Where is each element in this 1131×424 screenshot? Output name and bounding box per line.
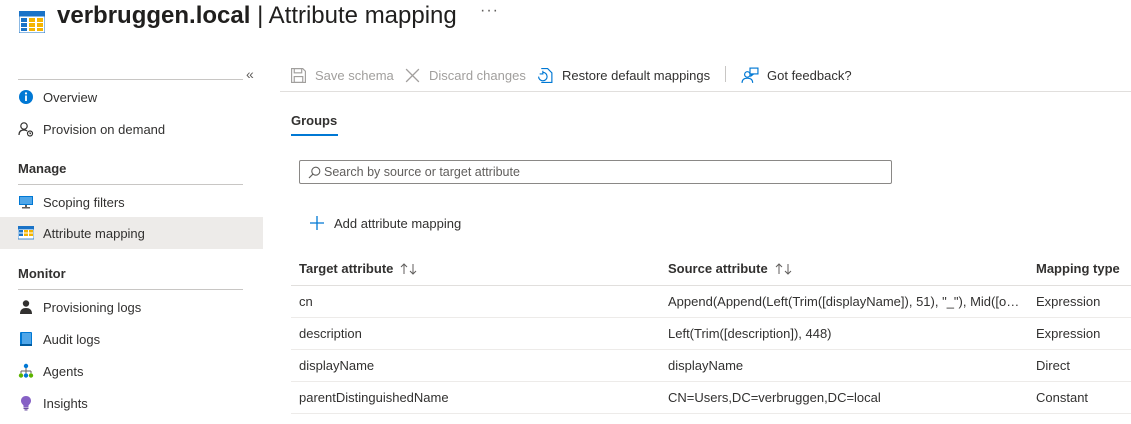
- restore-icon: [538, 67, 553, 83]
- sidebar-item-label: Audit logs: [43, 331, 101, 347]
- mapping-type-cell: Direct: [1036, 358, 1070, 373]
- save-schema-label: Save schema: [315, 67, 394, 83]
- sidebar-item-label: Provision on demand: [43, 121, 166, 137]
- lightbulb-icon: [21, 396, 31, 411]
- search-icon: [308, 166, 321, 179]
- restore-default-mappings-button[interactable]: Restore default mappings: [537, 65, 710, 85]
- page-title-main: verbruggen.local: [57, 2, 251, 29]
- plus-icon: [310, 216, 324, 230]
- sort-icon: [401, 262, 417, 275]
- sidebar-item-overview[interactable]: Overview: [0, 81, 263, 113]
- mapping-type-cell: Expression: [1036, 294, 1101, 309]
- sidebar-item-scoping-filters[interactable]: Scoping filters: [0, 186, 263, 218]
- source-attribute-cell: Append(Append(Left(Trim([displayName]), …: [668, 294, 1026, 309]
- sidebar-divider: [18, 79, 243, 80]
- book-icon: [20, 332, 32, 346]
- source-attribute-cell: displayName: [668, 358, 744, 373]
- provision-icon: [18, 122, 34, 137]
- target-attribute-cell: displayName: [299, 358, 375, 373]
- section-heading-monitor: Monitor: [18, 266, 66, 281]
- close-icon: [405, 68, 420, 82]
- table-row[interactable]: cn Append(Append(Left(Trim([displayName]…: [291, 286, 1131, 318]
- more-options-button[interactable]: ···: [480, 2, 499, 20]
- target-attribute-cell: parentDistinguishedName: [299, 390, 449, 405]
- table-header-row: Target attribute Source attribute Mappin…: [291, 252, 1131, 286]
- column-header-label: Mapping type: [1036, 261, 1120, 276]
- section-heading-manage: Manage: [18, 161, 67, 176]
- app-table-icon: [19, 11, 45, 33]
- save-icon: [291, 67, 306, 83]
- sidebar-item-label: Overview: [43, 89, 98, 105]
- target-attribute-cell: description: [299, 326, 362, 341]
- sidebar-item-provision-on-demand[interactable]: Provision on demand: [0, 113, 263, 145]
- page-title-sub: Attribute mapping: [268, 2, 457, 29]
- monitor-icon: [19, 196, 33, 209]
- column-header-source-attribute[interactable]: Source attribute: [668, 261, 1026, 276]
- table-icon: [18, 226, 34, 240]
- sidebar-item-agents[interactable]: Agents: [0, 355, 263, 387]
- sidebar: « Overview Provision on demand Manage Sc…: [0, 60, 263, 424]
- sidebar-item-provisioning-logs[interactable]: Provisioning logs: [0, 291, 263, 323]
- tab-groups[interactable]: Groups: [291, 113, 337, 128]
- table-row[interactable]: description Left(Trim([description]), 44…: [291, 318, 1131, 350]
- sidebar-item-label: Insights: [43, 395, 88, 411]
- sidebar-item-audit-logs[interactable]: Audit logs: [0, 323, 263, 355]
- sort-icon: [775, 262, 792, 275]
- source-attribute-cell: Left(Trim([description]), 448): [668, 326, 832, 341]
- feedback-label: Got feedback?: [767, 67, 852, 83]
- column-header-mapping-type: Mapping type: [1036, 261, 1128, 276]
- info-icon: [19, 90, 33, 104]
- mapping-type-cell: Constant: [1036, 390, 1089, 405]
- discard-changes-button[interactable]: Discard changes: [404, 65, 526, 85]
- save-schema-button[interactable]: Save schema: [290, 65, 394, 85]
- column-header-label: Target attribute: [299, 261, 394, 276]
- search-box: [299, 160, 892, 184]
- discard-changes-label: Discard changes: [429, 67, 526, 83]
- sidebar-divider: [18, 184, 243, 185]
- page-title: verbruggen.local | Attribute mapping: [57, 2, 457, 30]
- add-attribute-mapping-label: Add attribute mapping: [334, 215, 462, 231]
- feedback-icon: [741, 67, 759, 83]
- add-attribute-mapping-button[interactable]: Add attribute mapping: [309, 213, 461, 233]
- person-icon: [20, 300, 32, 314]
- toolbar-divider: [725, 66, 726, 82]
- mapping-type-cell: Expression: [1036, 326, 1101, 341]
- sidebar-item-label: Attribute mapping: [43, 225, 145, 241]
- sidebar-item-attribute-mapping[interactable]: Attribute mapping: [0, 217, 263, 249]
- sidebar-item-label: Agents: [43, 363, 84, 379]
- page-header: verbruggen.local | Attribute mapping ···: [0, 0, 1131, 40]
- restore-default-mappings-label: Restore default mappings: [562, 67, 711, 83]
- sidebar-divider: [18, 289, 243, 290]
- feedback-button[interactable]: Got feedback?: [741, 65, 852, 85]
- sidebar-item-insights[interactable]: Insights: [0, 387, 263, 419]
- table-row[interactable]: parentDistinguishedName CN=Users,DC=verb…: [291, 382, 1131, 414]
- sidebar-item-label: Scoping filters: [43, 194, 125, 210]
- tab-selected-indicator: [291, 134, 338, 136]
- command-bar: Save schema Discard changes Restore defa…: [280, 60, 1131, 92]
- page-title-separator: |: [257, 2, 264, 29]
- source-attribute-cell: CN=Users,DC=verbruggen,DC=local: [668, 390, 881, 405]
- target-attribute-cell: cn: [299, 294, 313, 309]
- org-icon: [18, 363, 34, 378]
- column-header-label: Source attribute: [668, 261, 768, 276]
- search-input[interactable]: [324, 163, 884, 181]
- sidebar-item-label: Provisioning logs: [43, 299, 142, 315]
- collapse-sidebar-button[interactable]: «: [246, 66, 254, 82]
- table-row[interactable]: displayName displayName Direct: [291, 350, 1131, 382]
- column-header-target-attribute[interactable]: Target attribute: [299, 261, 659, 276]
